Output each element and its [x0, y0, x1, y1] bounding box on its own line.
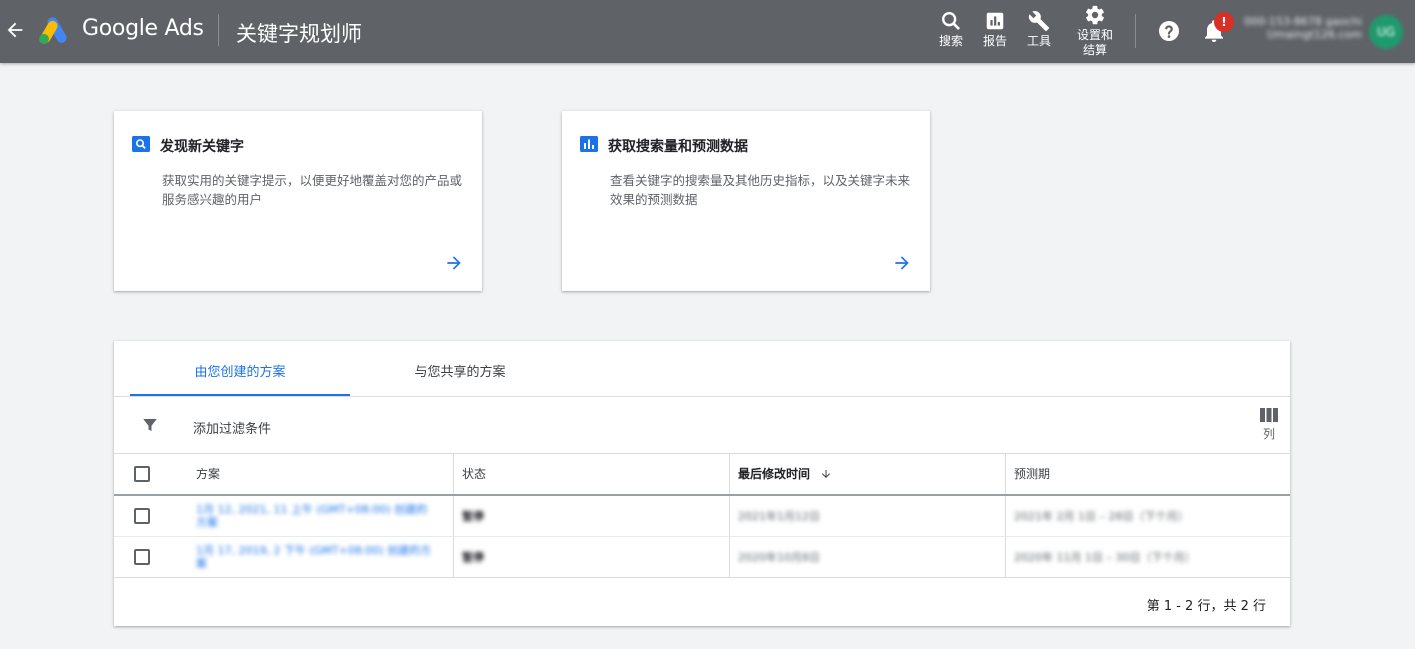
pagination-info: 第 1 - 2 行，共 2 行 [1146, 599, 1266, 614]
plan-status: 暂停 [462, 510, 484, 523]
discover-keywords-card[interactable]: 发现新关键字 获取实用的关键字提示，以便更好地覆盖对您的产品或服务感兴趣的用户 [114, 111, 482, 291]
notification-badge[interactable]: ! [1214, 12, 1234, 32]
arrow-down-icon [822, 470, 831, 478]
google-ads-logo[interactable] [38, 16, 70, 44]
nav-settings-label-line2: 结算 [1082, 43, 1107, 57]
gear-icon [1086, 5, 1104, 25]
row-divider [114, 577, 1290, 578]
search-volume-forecast-card[interactable]: 获取搜索量和预测数据 查看关键字的搜索量及其他历史指标，以及关键字未来效果的预测… [562, 111, 930, 291]
top-app-bar: Google Ads 关键字规划师 搜索 报告 工具 设置和 结算 ! 000-… [0, 0, 1415, 63]
column-divider [1005, 454, 1006, 578]
filter-divider [114, 453, 1290, 454]
plan-last-modified: 2020年10月8日 [738, 551, 820, 564]
nav-tools-button[interactable]: 工具 [1014, 6, 1064, 60]
column-header-last-modified[interactable]: 最后修改时间 [730, 454, 832, 494]
card-description: 获取实用的关键字提示，以便更好地覆盖对您的产品或服务感兴趣的用户 [162, 173, 463, 207]
account-email: Umaingt126.com [1267, 28, 1362, 41]
brand-name: Google Ads [82, 16, 204, 41]
arrow-right-icon[interactable] [444, 253, 464, 273]
page-title: 关键字规划师 [236, 22, 362, 46]
avatar[interactable]: UG [1369, 15, 1403, 49]
columns-label: 列 [1262, 427, 1275, 441]
nav-search-label: 搜索 [938, 34, 963, 48]
card-title: 获取搜索量和预测数据 [608, 139, 748, 155]
column-header-status[interactable]: 状态 [454, 454, 486, 494]
select-all-checkbox[interactable] [134, 466, 150, 482]
column-header-plan[interactable]: 方案 [188, 454, 220, 494]
nav-reports-label: 报告 [982, 34, 1007, 48]
plan-name-line2: 方案 [196, 516, 218, 529]
bar-chart-icon [580, 136, 598, 152]
plan-name-line1: 1月 12, 2021, 11 上午 (GMT+08:00) 创建的 [196, 503, 428, 516]
plans-panel: 由您创建的方案 与您共享的方案 添加过滤条件 列 方案 状态 最后修改时间 预测… [114, 341, 1290, 626]
filter-icon[interactable] [141, 416, 159, 434]
search-icon [942, 12, 961, 31]
nav-reports-button[interactable]: 报告 [970, 6, 1020, 60]
row-checkbox[interactable] [134, 549, 150, 565]
account-id: 000-153-8678 gaochi [1244, 15, 1362, 28]
plan-name-link[interactable]: 1月 17, 2019, 2 下午 (GMT+08:00) 创建的方 案 [196, 544, 436, 570]
wrench-icon [1028, 11, 1050, 32]
columns-icon [1260, 408, 1278, 422]
plan-name-line2: 案 [196, 557, 207, 570]
nav-tools-label: 工具 [1026, 34, 1051, 48]
card-description: 查看关键字的搜索量及其他历史指标，以及关键字未来效果的预测数据 [610, 173, 911, 207]
plan-name-line1: 1月 17, 2019, 2 下午 (GMT+08:00) 创建的方 [196, 544, 432, 557]
tabs-divider [114, 396, 1290, 397]
header-divider [114, 494, 1290, 496]
column-header-forecast[interactable]: 预测期 [1006, 454, 1050, 494]
column-divider [729, 454, 730, 578]
account-info[interactable]: 000-153-8678 gaochi Umaingt126.com [1244, 15, 1362, 41]
nav-settings-label-line1: 设置和 [1076, 28, 1113, 42]
row-divider [114, 536, 1290, 537]
plan-forecast-period: 2020年 11月 1日 – 30日（下个月） [1014, 551, 1196, 564]
column-divider [453, 454, 454, 578]
tab-my-plans[interactable]: 由您创建的方案 [130, 341, 350, 396]
plan-last-modified: 2021年1月12日 [738, 510, 820, 523]
last-modified-label: 最后修改时间 [738, 467, 811, 481]
plan-name-link[interactable]: 1月 12, 2021, 11 上午 (GMT+08:00) 创建的 方案 [196, 503, 436, 529]
report-icon [986, 12, 1004, 30]
header-divider [218, 14, 219, 46]
nav-search-button[interactable]: 搜索 [926, 6, 976, 60]
help-icon[interactable] [1157, 19, 1181, 43]
add-filter-button[interactable]: 添加过滤条件 [193, 418, 271, 437]
tab-shared-plans[interactable]: 与您共享的方案 [350, 341, 570, 396]
search-box-icon [132, 136, 150, 152]
arrow-right-icon[interactable] [892, 253, 912, 273]
back-arrow-icon[interactable] [4, 19, 26, 41]
columns-button[interactable]: 列 [1256, 406, 1282, 450]
plan-forecast-period: 2021年 2月 1日 – 28日（下个月） [1014, 510, 1189, 523]
nav-settings-billing-button[interactable]: 设置和 结算 [1070, 0, 1120, 57]
header-divider-right [1135, 14, 1136, 48]
card-title: 发现新关键字 [160, 139, 244, 155]
row-checkbox[interactable] [134, 508, 150, 524]
plan-status: 暂停 [462, 551, 484, 564]
